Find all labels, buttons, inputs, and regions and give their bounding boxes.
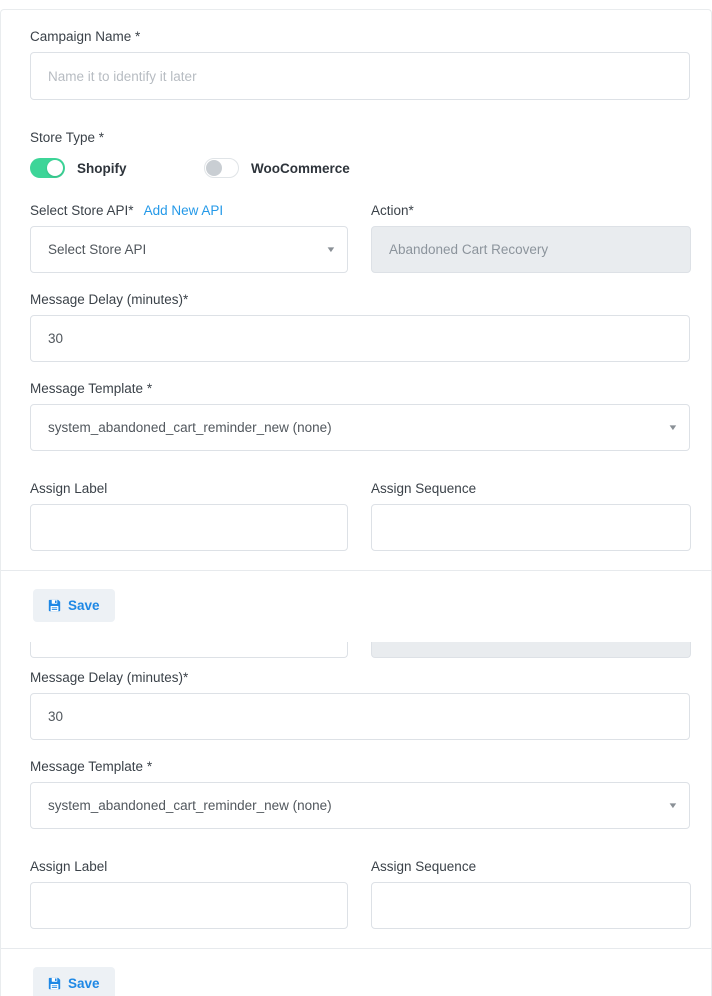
campaign-name-field: Campaign Name * [30,29,690,100]
assign-label-field-2: Assign Label [30,859,348,929]
store-api-label: Select Store API* [30,203,134,218]
toggle-knob [206,160,222,176]
assign-row-2: Assign Label Assign Sequence [30,859,690,929]
assign-label-input[interactable] [30,504,348,551]
shopify-toggle[interactable] [30,158,65,178]
campaign-form-card: Campaign Name * Store Type * Shopify Woo… [0,9,712,996]
message-template-selected-value: system_abandoned_cart_reminder_new (none… [48,420,332,435]
message-delay-label: Message Delay (minutes)* [30,292,690,307]
woocommerce-toggle-group: WooCommerce [204,158,350,178]
woocommerce-toggle[interactable] [204,158,239,178]
chevron-down-icon: ▼ [667,802,678,810]
campaign-name-input[interactable] [30,52,690,100]
assign-label-label: Assign Label [30,481,348,496]
assign-label-input-2[interactable] [30,882,348,929]
save-row-2: Save [30,949,690,996]
assign-sequence-label: Assign Sequence [371,481,691,496]
store-api-select-cropped[interactable] [30,642,348,658]
store-api-select[interactable]: Select Store API ▼ [30,226,348,273]
assign-sequence-label: Assign Sequence [371,859,691,874]
shopify-toggle-label: Shopify [77,161,127,176]
save-button-label: Save [68,598,100,613]
woocommerce-toggle-label: WooCommerce [251,161,350,176]
message-delay-input[interactable] [30,315,690,362]
message-template-label: Message Template * [30,381,690,396]
message-delay-input-2[interactable] [30,693,690,740]
store-type-field: Store Type * Shopify WooCommerce [30,130,690,178]
save-button-label: Save [68,976,100,991]
store-api-field: Select Store API* Add New API Select Sto… [30,203,348,273]
cropped-inputs-row [30,642,690,658]
action-value: Abandoned Cart Recovery [389,242,548,257]
assign-label-label: Assign Label [30,859,348,874]
message-delay-label: Message Delay (minutes)* [30,670,690,685]
assign-sequence-input[interactable] [371,504,691,551]
action-field: Action* Abandoned Cart Recovery [371,203,691,273]
message-template-field: Message Template * system_abandoned_cart… [30,381,690,451]
message-template-selected-value: system_abandoned_cart_reminder_new (none… [48,798,332,813]
assign-label-field: Assign Label [30,481,348,551]
save-button[interactable]: Save [33,589,115,622]
campaign-name-label: Campaign Name * [30,29,690,44]
save-button-2[interactable]: Save [33,967,115,996]
save-row: Save [30,571,690,642]
action-disabled-input-cropped [371,642,691,658]
message-template-label: Message Template * [30,759,690,774]
save-floppy-icon [48,599,61,612]
message-template-select[interactable]: system_abandoned_cart_reminder_new (none… [30,404,690,451]
action-label: Action* [371,203,691,218]
store-type-toggle-row: Shopify WooCommerce [30,158,690,178]
store-api-selected-value: Select Store API [48,242,146,257]
message-template-field-2: Message Template * system_abandoned_cart… [30,759,690,829]
message-delay-field-2: Message Delay (minutes)* [30,670,690,740]
message-delay-field: Message Delay (minutes)* [30,292,690,362]
save-floppy-icon [48,977,61,990]
chevron-down-icon: ▼ [667,424,678,432]
campaign-form-page: Campaign Name * Store Type * Shopify Woo… [0,0,712,996]
store-api-action-row: Select Store API* Add New API Select Sto… [30,203,690,273]
shopify-toggle-group: Shopify [30,158,204,178]
assign-sequence-input-2[interactable] [371,882,691,929]
assign-sequence-field-2: Assign Sequence [371,859,691,929]
action-disabled-input: Abandoned Cart Recovery [371,226,691,273]
assign-sequence-field: Assign Sequence [371,481,691,551]
store-type-label: Store Type * [30,130,690,145]
assign-row: Assign Label Assign Sequence [30,481,690,551]
chevron-down-icon: ▼ [325,246,336,254]
message-template-select-2[interactable]: system_abandoned_cart_reminder_new (none… [30,782,690,829]
add-new-api-link[interactable]: Add New API [144,203,224,218]
toggle-knob [47,160,63,176]
